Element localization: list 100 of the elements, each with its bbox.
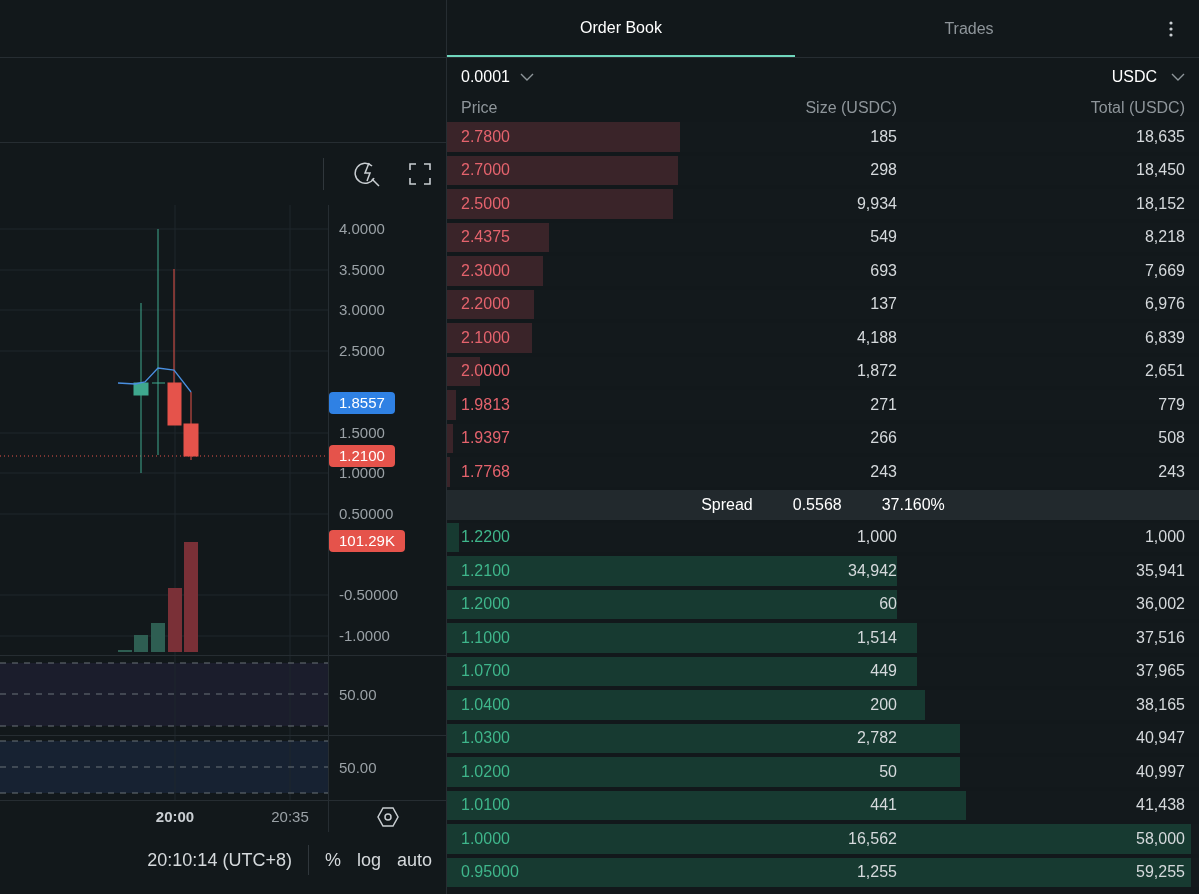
total-cell-text: 37,516: [1135, 627, 1185, 648]
size-cell-text: 441: [869, 795, 898, 816]
size-cell-text: 243: [869, 461, 898, 482]
size-cell-text: 60: [878, 594, 898, 615]
total-cell-text: 59,255: [1135, 862, 1185, 883]
scale-option[interactable]: log: [356, 846, 381, 874]
currency-dropdown[interactable]: USDC: [1111, 64, 1185, 89]
total-cell-text: 779: [1157, 394, 1185, 415]
total-cell-text: 37,965: [1135, 661, 1185, 682]
price-cell-text: 1.1000: [461, 627, 511, 648]
volume-bar: [134, 635, 148, 652]
total-cell-text: 36,002: [1135, 594, 1185, 615]
price-cell-text: 1.9813: [461, 394, 511, 415]
price-tag: 1.2100: [329, 445, 395, 467]
size-cell-text: 449: [869, 661, 898, 682]
price-axis-label: 3.0000: [339, 299, 385, 320]
chevron-down-icon: [519, 72, 534, 81]
total-cell-text: 18,635: [1135, 126, 1185, 147]
pane-axis-label: 50.00: [339, 685, 377, 706]
spread-value: 0.5568: [792, 494, 842, 515]
price-axis-label: -1.0000: [339, 625, 390, 646]
price-tag: 1.8557: [329, 392, 395, 414]
total-cell-text: 243: [1157, 461, 1185, 482]
total-cell-text: 1,000: [1143, 527, 1185, 548]
total-cell-text: 508: [1157, 428, 1185, 449]
column-header: Size (USDC): [804, 97, 898, 118]
total-cell-text: 6,839: [1143, 327, 1185, 348]
volume-bar: [151, 623, 165, 652]
price-axis-label: 2.5000: [339, 340, 385, 361]
time-axis-label: 20:00: [155, 806, 195, 827]
total-cell-text: 38,165: [1135, 694, 1185, 715]
price-cell-text: 2.7000: [461, 160, 511, 181]
time-axis-label: 20:35: [271, 806, 309, 827]
total-cell-text: 58,000: [1135, 828, 1185, 849]
spread-label: Spread: [701, 494, 753, 515]
size-cell-text: 2,782: [855, 728, 898, 749]
total-cell-text: 7,669: [1143, 260, 1185, 281]
size-cell-text: 1,000: [855, 527, 898, 548]
size-cell-text: 50: [878, 761, 898, 782]
total-cell-text: 18,152: [1135, 193, 1185, 214]
scale-option[interactable]: %: [324, 846, 341, 874]
price-cell-text: 0.95000: [461, 862, 520, 883]
price-cell-text: 1.0300: [461, 728, 511, 749]
price-cell-text: 1.0000: [461, 828, 511, 849]
price-axis-label: 3.5000: [339, 259, 385, 280]
price-cell-text: 2.5000: [461, 193, 511, 214]
size-cell-text: 34,942: [847, 560, 898, 581]
price-cell-text: 2.4375: [461, 227, 511, 248]
column-header: Total (USDC): [1089, 97, 1185, 118]
price-cell-text: 2.3000: [461, 260, 511, 281]
price-cell-text: 1.7768: [461, 461, 511, 482]
total-cell-text: 40,947: [1135, 728, 1185, 749]
tick-size-dropdown[interactable]: 0.0001: [461, 64, 534, 89]
price-cell-text: 2.7800: [461, 126, 511, 147]
lightning-search-icon[interactable]: [354, 160, 382, 188]
size-cell-text: 1,514: [855, 627, 898, 648]
size-cell-text: 1,255: [855, 862, 898, 883]
price-cell-text: 1.2200: [461, 527, 511, 548]
price-axis-label: 1.5000: [339, 422, 385, 443]
tab[interactable]: Order Book: [447, 0, 795, 57]
size-cell-text: 271: [869, 394, 898, 415]
size-cell-text: 185: [869, 126, 898, 147]
column-header: Price: [461, 97, 499, 118]
scale-option[interactable]: auto: [396, 846, 432, 874]
tab[interactable]: Trades: [795, 0, 1143, 57]
size-cell-text: 266: [869, 428, 898, 449]
size-cell-text: 16,562: [847, 828, 898, 849]
price-cell-text: 2.1000: [461, 327, 511, 348]
total-cell-text: 18,450: [1135, 160, 1185, 181]
price-cell-text: 1.2100: [461, 560, 511, 581]
total-cell-text: 35,941: [1135, 560, 1185, 581]
price-axis-label: -0.50000: [339, 584, 399, 605]
price-axis-label: 0.50000: [339, 503, 394, 524]
chevron-down-icon: [1171, 72, 1185, 81]
price-cell-text: 1.0700: [461, 661, 511, 682]
price-cell-text: 1.2000: [461, 594, 511, 615]
timezone-clock: 20:10:14 (UTC+8): [147, 848, 292, 872]
spread-percent: 37.160%: [881, 494, 945, 515]
total-cell-text: 2,651: [1143, 361, 1185, 382]
size-cell-text: 298: [869, 160, 898, 181]
price-cell-text: 2.2000: [461, 294, 511, 315]
size-cell-text: 693: [869, 260, 898, 281]
price-tag: 101.29K: [329, 530, 405, 552]
size-cell-text: 4,188: [855, 327, 898, 348]
price-cell-text: 2.0000: [461, 361, 511, 382]
size-cell-text: 137: [869, 294, 898, 315]
size-cell-text: 9,934: [855, 193, 898, 214]
total-cell-text: 41,438: [1135, 795, 1185, 816]
size-cell-text: 200: [869, 694, 898, 715]
price-cell-text: 1.0200: [461, 761, 511, 782]
pane-axis-label: 50.00: [339, 757, 377, 778]
size-cell-text: 549: [869, 227, 898, 248]
volume-bar: [168, 588, 182, 652]
price-cell-text: 1.9397: [461, 428, 511, 449]
total-cell-text: 40,997: [1135, 761, 1185, 782]
price-cell-text: 1.0100: [461, 795, 511, 816]
fullscreen-icon[interactable]: [408, 162, 432, 186]
size-cell-text: 1,872: [855, 361, 898, 382]
price-cell-text: 1.0400: [461, 694, 511, 715]
settings-icon[interactable]: [376, 806, 399, 827]
